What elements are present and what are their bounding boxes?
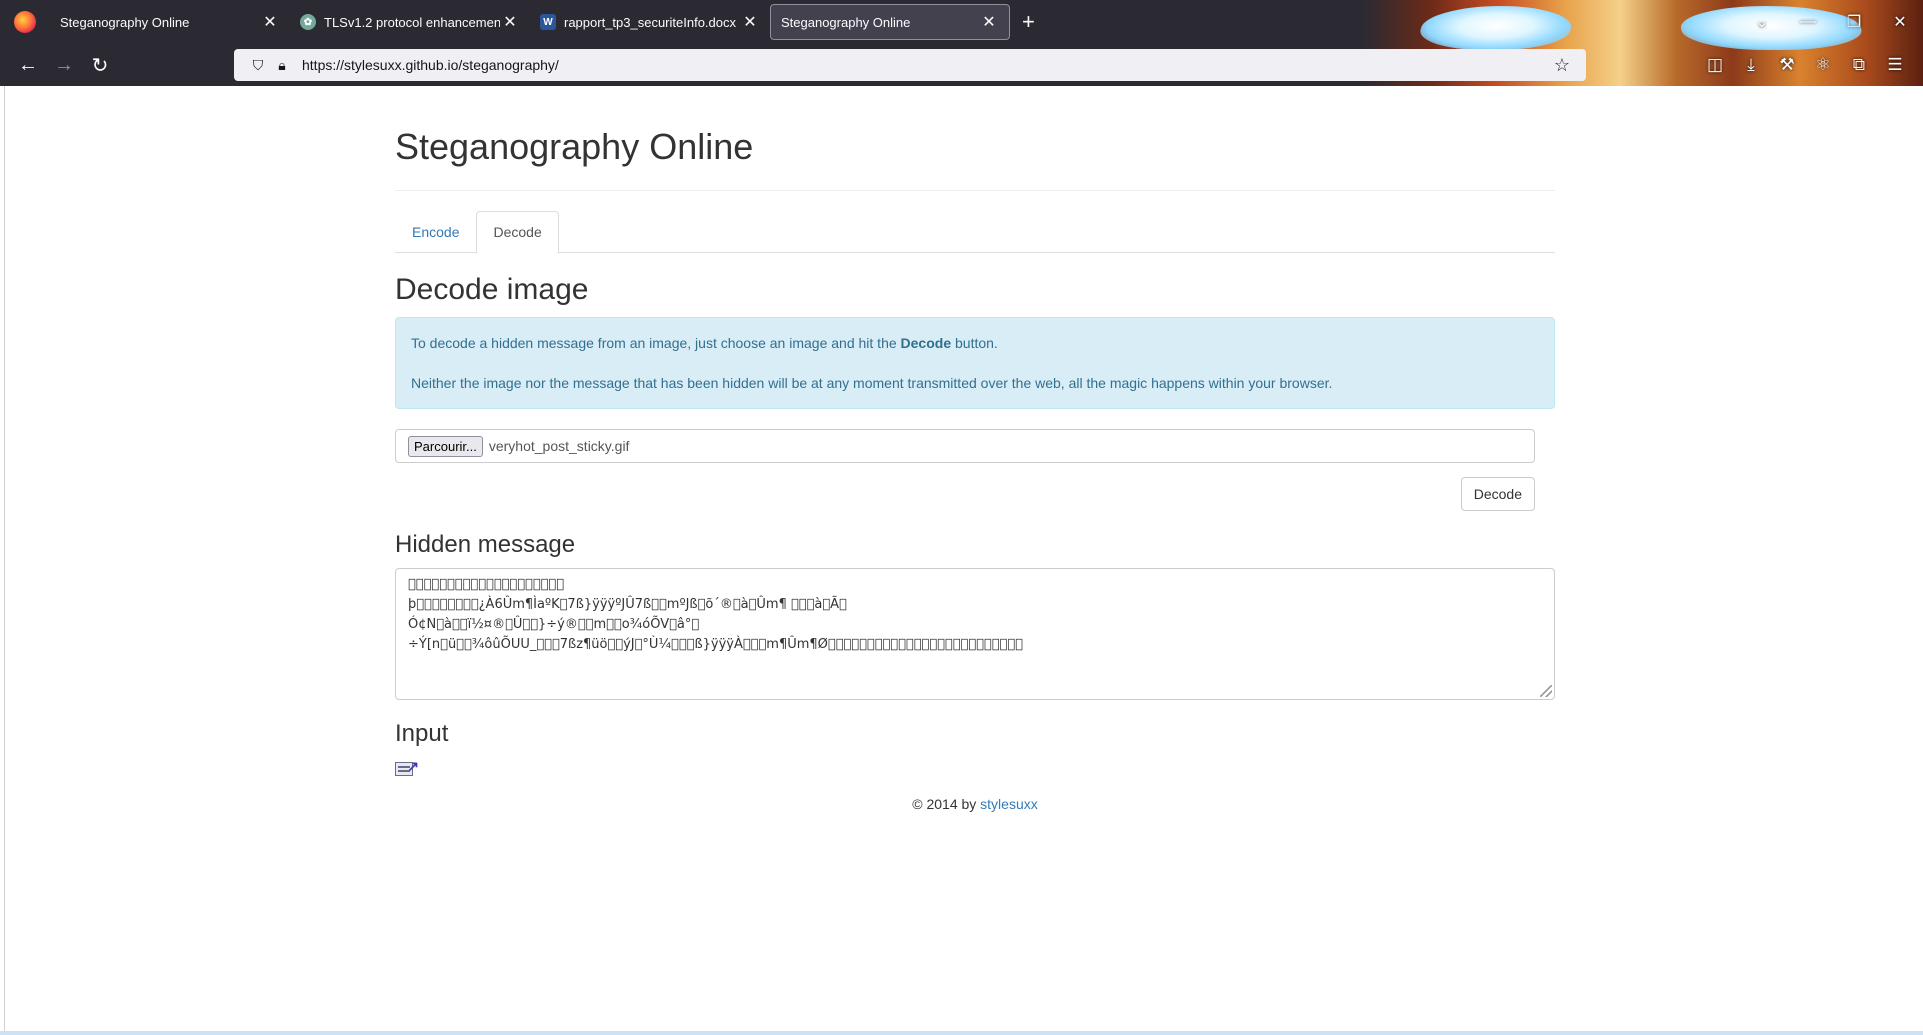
- resize-handle[interactable]: [1540, 685, 1552, 697]
- window-controls: ⌄ — ❐ ✕: [1739, 0, 1923, 44]
- decode-row: Decode: [395, 477, 1535, 511]
- wrench-icon[interactable]: ⚒: [1769, 55, 1805, 75]
- browse-button[interactable]: Parcourir...: [408, 435, 483, 457]
- info-paragraph-2: Neither the image nor the message that h…: [411, 375, 1333, 391]
- extensions-icon[interactable]: ⧉: [1841, 55, 1877, 75]
- selected-file-name: veryhot_post_sticky.gif: [488, 438, 630, 454]
- decode-button[interactable]: Decode: [1460, 477, 1535, 511]
- bottom-strip: [0, 1031, 1923, 1035]
- close-tab-icon[interactable]: ✕: [979, 12, 999, 32]
- message-line: Ó¢N à  ï½¤® Û  }÷ý®  m  o¾óÕV â° : [408, 617, 700, 632]
- browser-tab-active[interactable]: Steganography Online ✕: [770, 4, 1010, 40]
- tab-decode[interactable]: Decode: [476, 211, 559, 254]
- close-window-icon[interactable]: ✕: [1877, 12, 1923, 32]
- url-text[interactable]: https://stylesuxx.github.io/steganograph…: [302, 57, 1550, 73]
- react-devtools-icon[interactable]: ⚛: [1805, 55, 1841, 75]
- footer-copyright: © 2014 by: [912, 796, 981, 812]
- tab-title: Steganography Online: [60, 14, 190, 30]
- restore-icon[interactable]: ❐: [1831, 12, 1877, 32]
- page-title: Steganography Online: [395, 126, 1555, 191]
- pocket-icon[interactable]: ◫: [1697, 55, 1733, 75]
- tab-title: rapport_tp3_securiteInfo.docx: [564, 14, 736, 30]
- broken-image-icon: ↗: [395, 758, 419, 778]
- reload-icon[interactable]: ↻: [82, 53, 118, 78]
- browser-chrome: Steganography Online ✕ ✿ TLSv1.2 protoco…: [0, 0, 1923, 86]
- tab-strip: Steganography Online ✕ ✿ TLSv1.2 protoco…: [0, 0, 1035, 44]
- file-input[interactable]: Parcourir... veryhot_post_sticky.gif: [395, 429, 1535, 463]
- downloads-icon[interactable]: ⤓: [1733, 55, 1769, 75]
- decode-heading: Decode image: [395, 273, 589, 306]
- main-container: Steganography Online Encode Decode Decod…: [395, 86, 1555, 812]
- menu-icon[interactable]: ☰: [1877, 55, 1913, 75]
- input-heading: Input: [395, 720, 449, 747]
- lock-icon[interactable]: 🔒︎: [270, 57, 294, 74]
- toolbar-right: ◫ ⤓ ⚒ ⚛ ⧉ ☰: [1697, 44, 1913, 86]
- message-line: þ        ¿À6Ûm¶ÌaºK 7ß}ÿÿÿºJÛ7ß  mºJß õ´…: [408, 597, 847, 612]
- tab-encode[interactable]: Encode: [395, 211, 476, 252]
- mode-tabs: Encode Decode: [395, 211, 1555, 254]
- web-page: Steganography Online Encode Decode Decod…: [4, 86, 1923, 1035]
- address-bar[interactable]: ⛉ 🔒︎ https://stylesuxx.github.io/stegano…: [234, 49, 1586, 81]
- word-icon: W: [540, 14, 556, 30]
- navigation-toolbar: ← → ↻ ⛉ 🔒︎ https://stylesuxx.github.io/s…: [0, 44, 1923, 86]
- message-line:                     : [408, 577, 565, 592]
- forward-icon[interactable]: →: [46, 54, 82, 77]
- tab-title: TLSv1.2 protocol enhancement: [324, 14, 500, 30]
- tab-title: Steganography Online: [781, 14, 911, 30]
- shield-icon[interactable]: ⛉: [246, 57, 270, 74]
- firefox-icon[interactable]: [14, 11, 36, 33]
- hidden-message-heading: Hidden message: [395, 531, 576, 558]
- close-tab-icon[interactable]: ✕: [740, 12, 760, 32]
- browser-tab[interactable]: Steganography Online ✕: [50, 4, 290, 40]
- chatgpt-icon: ✿: [300, 14, 316, 30]
- footer-author-link[interactable]: stylesuxx: [980, 796, 1038, 812]
- list-all-tabs-icon[interactable]: ⌄: [1739, 12, 1785, 32]
- footer: © 2014 by stylesuxx: [395, 796, 1555, 812]
- info-alert: To decode a hidden message from an image…: [395, 317, 1555, 409]
- message-line: ÷Ý[n ü  ¾ôûÕUU_   7ßz¶üö  ýJ °Ù¼   ß}ÿÿÿ…: [408, 637, 1023, 652]
- browser-tab[interactable]: ✿ TLSv1.2 protocol enhancement ✕: [290, 4, 530, 40]
- close-tab-icon[interactable]: ✕: [500, 12, 520, 32]
- browser-tab[interactable]: W rapport_tp3_securiteInfo.docx ✕: [530, 4, 770, 40]
- bookmark-star-icon[interactable]: ☆: [1550, 55, 1574, 76]
- info-paragraph-1: To decode a hidden message from an image…: [411, 335, 998, 351]
- back-icon[interactable]: ←: [10, 54, 46, 77]
- new-tab-button[interactable]: +: [1022, 9, 1035, 35]
- hidden-message-textarea[interactable]:                      þ        ¿À6Ûm¶ÌaºK…: [395, 568, 1555, 700]
- minimize-icon[interactable]: —: [1785, 13, 1831, 31]
- close-tab-icon[interactable]: ✕: [260, 12, 280, 32]
